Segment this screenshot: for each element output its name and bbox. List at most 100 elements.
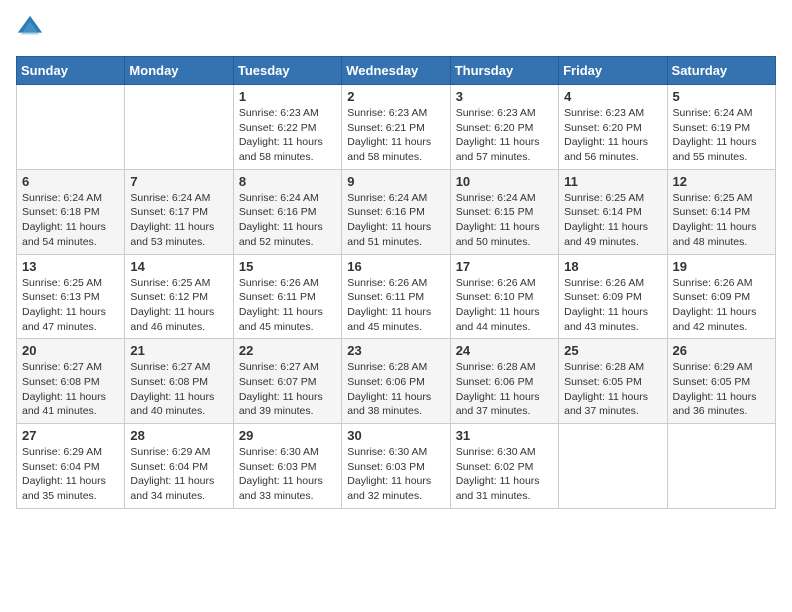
day-info: Sunrise: 6:26 AM Sunset: 6:11 PM Dayligh…: [347, 276, 444, 335]
day-number: 12: [673, 174, 770, 189]
day-info: Sunrise: 6:30 AM Sunset: 6:03 PM Dayligh…: [239, 445, 336, 504]
calendar-week-4: 20 Sunrise: 6:27 AM Sunset: 6:08 PM Dayli…: [17, 339, 776, 424]
day-header-tuesday: Tuesday: [233, 57, 341, 85]
day-info: Sunrise: 6:24 AM Sunset: 6:18 PM Dayligh…: [22, 191, 119, 250]
calendar-week-5: 27 Sunrise: 6:29 AM Sunset: 6:04 PM Dayli…: [17, 424, 776, 509]
day-header-monday: Monday: [125, 57, 233, 85]
day-number: 29: [239, 428, 336, 443]
day-info: Sunrise: 6:29 AM Sunset: 6:05 PM Dayligh…: [673, 360, 770, 419]
day-number: 2: [347, 89, 444, 104]
day-info: Sunrise: 6:30 AM Sunset: 6:03 PM Dayligh…: [347, 445, 444, 504]
day-number: 13: [22, 259, 119, 274]
calendar-cell: 9 Sunrise: 6:24 AM Sunset: 6:16 PM Daylig…: [342, 169, 450, 254]
day-info: Sunrise: 6:29 AM Sunset: 6:04 PM Dayligh…: [22, 445, 119, 504]
page-header: [16, 16, 776, 44]
calendar-cell: 2 Sunrise: 6:23 AM Sunset: 6:21 PM Daylig…: [342, 85, 450, 170]
calendar-cell: 29 Sunrise: 6:30 AM Sunset: 6:03 PM Dayli…: [233, 424, 341, 509]
day-number: 15: [239, 259, 336, 274]
calendar-cell: 13Sunrise: 6:25 AM Sunset: 6:13 PM Dayli…: [17, 254, 125, 339]
calendar-week-3: 13Sunrise: 6:25 AM Sunset: 6:13 PM Dayli…: [17, 254, 776, 339]
calendar-cell: 14Sunrise: 6:25 AM Sunset: 6:12 PM Dayli…: [125, 254, 233, 339]
calendar-header-row: SundayMondayTuesdayWednesdayThursdayFrid…: [17, 57, 776, 85]
calendar-cell: [667, 424, 775, 509]
calendar-cell: 1 Sunrise: 6:23 AM Sunset: 6:22 PM Daylig…: [233, 85, 341, 170]
calendar-cell: 17 Sunrise: 6:26 AM Sunset: 6:10 PM Dayli…: [450, 254, 558, 339]
day-number: 9: [347, 174, 444, 189]
calendar-cell: 12 Sunrise: 6:25 AM Sunset: 6:14 PM Dayli…: [667, 169, 775, 254]
day-number: 16: [347, 259, 444, 274]
calendar-cell: 24 Sunrise: 6:28 AM Sunset: 6:06 PM Dayli…: [450, 339, 558, 424]
day-info: Sunrise: 6:27 AM Sunset: 6:07 PM Dayligh…: [239, 360, 336, 419]
calendar-cell: 8Sunrise: 6:24 AM Sunset: 6:16 PM Daylig…: [233, 169, 341, 254]
day-number: 23: [347, 343, 444, 358]
day-number: 1: [239, 89, 336, 104]
day-info: Sunrise: 6:28 AM Sunset: 6:06 PM Dayligh…: [456, 360, 553, 419]
calendar-cell: 28 Sunrise: 6:29 AM Sunset: 6:04 PM Dayli…: [125, 424, 233, 509]
day-number: 6: [22, 174, 119, 189]
day-info: Sunrise: 6:27 AM Sunset: 6:08 PM Dayligh…: [22, 360, 119, 419]
calendar-cell: 27 Sunrise: 6:29 AM Sunset: 6:04 PM Dayli…: [17, 424, 125, 509]
calendar-cell: 21 Sunrise: 6:27 AM Sunset: 6:08 PM Dayli…: [125, 339, 233, 424]
day-header-saturday: Saturday: [667, 57, 775, 85]
calendar-cell: 15Sunrise: 6:26 AM Sunset: 6:11 PM Dayli…: [233, 254, 341, 339]
day-number: 28: [130, 428, 227, 443]
day-info: Sunrise: 6:23 AM Sunset: 6:21 PM Dayligh…: [347, 106, 444, 165]
day-number: 21: [130, 343, 227, 358]
day-number: 5: [673, 89, 770, 104]
day-number: 4: [564, 89, 661, 104]
day-info: Sunrise: 6:24 AM Sunset: 6:15 PM Dayligh…: [456, 191, 553, 250]
day-number: 24: [456, 343, 553, 358]
calendar-cell: 4 Sunrise: 6:23 AM Sunset: 6:20 PM Daylig…: [559, 85, 667, 170]
day-info: Sunrise: 6:24 AM Sunset: 6:17 PM Dayligh…: [130, 191, 227, 250]
calendar-cell: 10Sunrise: 6:24 AM Sunset: 6:15 PM Dayli…: [450, 169, 558, 254]
day-number: 26: [673, 343, 770, 358]
calendar-cell: [559, 424, 667, 509]
day-info: Sunrise: 6:23 AM Sunset: 6:22 PM Dayligh…: [239, 106, 336, 165]
day-number: 20: [22, 343, 119, 358]
calendar-cell: 25Sunrise: 6:28 AM Sunset: 6:05 PM Dayli…: [559, 339, 667, 424]
calendar-week-2: 6 Sunrise: 6:24 AM Sunset: 6:18 PM Daylig…: [17, 169, 776, 254]
day-number: 19: [673, 259, 770, 274]
day-header-thursday: Thursday: [450, 57, 558, 85]
day-number: 18: [564, 259, 661, 274]
day-number: 27: [22, 428, 119, 443]
calendar-cell: 6 Sunrise: 6:24 AM Sunset: 6:18 PM Daylig…: [17, 169, 125, 254]
calendar-cell: 5Sunrise: 6:24 AM Sunset: 6:19 PM Daylig…: [667, 85, 775, 170]
day-info: Sunrise: 6:25 AM Sunset: 6:14 PM Dayligh…: [673, 191, 770, 250]
calendar-cell: 7 Sunrise: 6:24 AM Sunset: 6:17 PM Daylig…: [125, 169, 233, 254]
day-number: 11: [564, 174, 661, 189]
logo-icon: [16, 14, 44, 42]
calendar-cell: 11Sunrise: 6:25 AM Sunset: 6:14 PM Dayli…: [559, 169, 667, 254]
day-info: Sunrise: 6:26 AM Sunset: 6:10 PM Dayligh…: [456, 276, 553, 335]
calendar-week-1: 1 Sunrise: 6:23 AM Sunset: 6:22 PM Daylig…: [17, 85, 776, 170]
day-info: Sunrise: 6:29 AM Sunset: 6:04 PM Dayligh…: [130, 445, 227, 504]
day-number: 7: [130, 174, 227, 189]
day-header-friday: Friday: [559, 57, 667, 85]
calendar-cell: [17, 85, 125, 170]
day-info: Sunrise: 6:23 AM Sunset: 6:20 PM Dayligh…: [564, 106, 661, 165]
calendar-table: SundayMondayTuesdayWednesdayThursdayFrid…: [16, 56, 776, 509]
day-number: 8: [239, 174, 336, 189]
day-number: 17: [456, 259, 553, 274]
calendar-cell: 30Sunrise: 6:30 AM Sunset: 6:03 PM Dayli…: [342, 424, 450, 509]
calendar-cell: [125, 85, 233, 170]
day-number: 31: [456, 428, 553, 443]
day-header-sunday: Sunday: [17, 57, 125, 85]
day-header-wednesday: Wednesday: [342, 57, 450, 85]
day-number: 25: [564, 343, 661, 358]
calendar-cell: 26 Sunrise: 6:29 AM Sunset: 6:05 PM Dayli…: [667, 339, 775, 424]
calendar-cell: 31Sunrise: 6:30 AM Sunset: 6:02 PM Dayli…: [450, 424, 558, 509]
day-info: Sunrise: 6:26 AM Sunset: 6:09 PM Dayligh…: [564, 276, 661, 335]
day-number: 22: [239, 343, 336, 358]
calendar-cell: 19 Sunrise: 6:26 AM Sunset: 6:09 PM Dayli…: [667, 254, 775, 339]
calendar-cell: 18 Sunrise: 6:26 AM Sunset: 6:09 PM Dayli…: [559, 254, 667, 339]
day-info: Sunrise: 6:26 AM Sunset: 6:09 PM Dayligh…: [673, 276, 770, 335]
calendar-cell: 23Sunrise: 6:28 AM Sunset: 6:06 PM Dayli…: [342, 339, 450, 424]
logo: [16, 16, 48, 44]
day-info: Sunrise: 6:24 AM Sunset: 6:16 PM Dayligh…: [347, 191, 444, 250]
calendar-cell: 20 Sunrise: 6:27 AM Sunset: 6:08 PM Dayli…: [17, 339, 125, 424]
day-number: 3: [456, 89, 553, 104]
calendar-cell: 3Sunrise: 6:23 AM Sunset: 6:20 PM Daylig…: [450, 85, 558, 170]
calendar-cell: 22 Sunrise: 6:27 AM Sunset: 6:07 PM Dayli…: [233, 339, 341, 424]
day-info: Sunrise: 6:27 AM Sunset: 6:08 PM Dayligh…: [130, 360, 227, 419]
